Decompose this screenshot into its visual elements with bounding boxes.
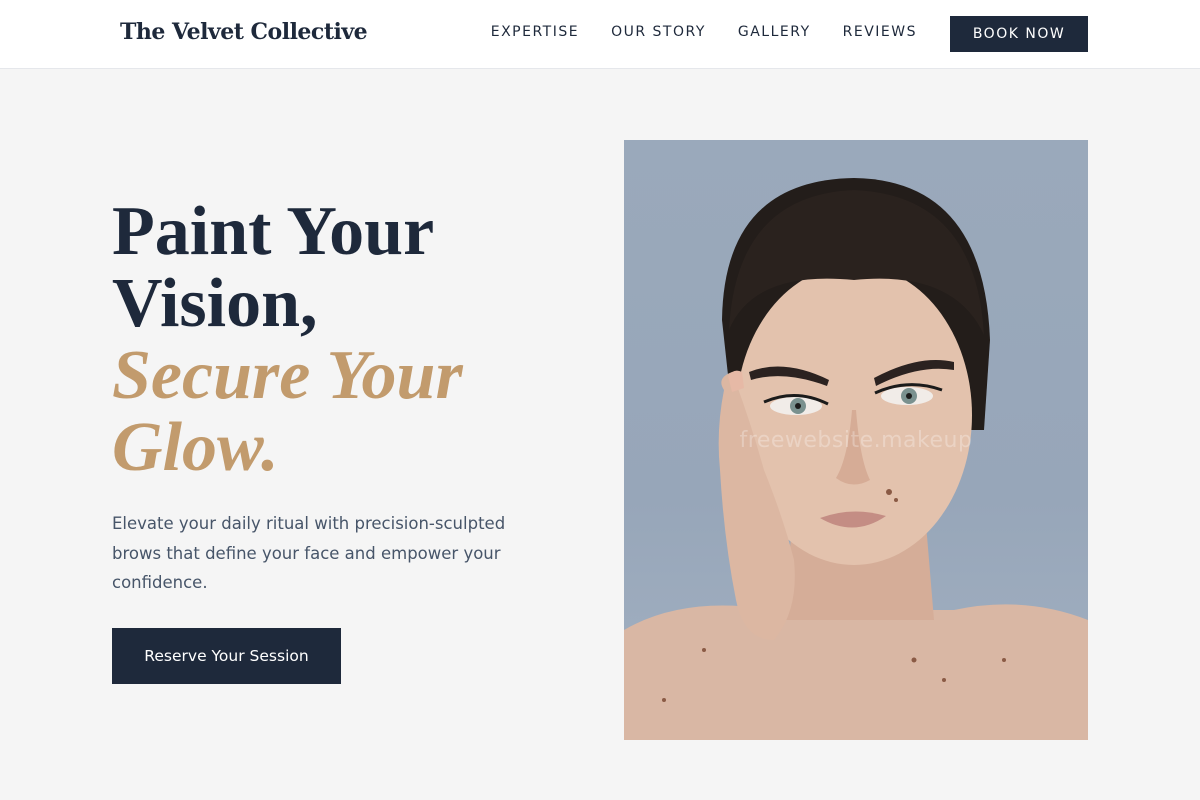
hero-portrait-image: freewebsite.makeup bbox=[624, 140, 1088, 740]
hero-title-line: Vision, bbox=[112, 265, 318, 342]
reserve-session-button[interactable]: Reserve Your Session bbox=[112, 628, 341, 684]
top-navbar: The Velvet Collective EXPERTISE OUR STOR… bbox=[0, 0, 1200, 69]
hero-title-line: Paint Your bbox=[112, 193, 435, 270]
nav-link-reviews[interactable]: REVIEWS bbox=[843, 24, 917, 40]
hero-subtitle-line: brows that define your face and empower … bbox=[112, 543, 501, 563]
hero-subtitle-line: confidence. bbox=[112, 573, 208, 592]
hero-title-accent-line: Secure Your bbox=[112, 337, 463, 414]
nav-link-expertise[interactable]: EXPERTISE bbox=[491, 24, 579, 40]
hero-title: Paint Your Vision, Secure Your Glow. bbox=[112, 196, 582, 484]
main-nav: EXPERTISE OUR STORY GALLERY REVIEWS bbox=[491, 24, 917, 40]
image-watermark: freewebsite.makeup bbox=[739, 428, 973, 453]
nav-link-gallery[interactable]: GALLERY bbox=[738, 24, 811, 40]
brand-logo[interactable]: The Velvet Collective bbox=[120, 19, 368, 45]
book-now-button[interactable]: BOOK NOW bbox=[950, 16, 1088, 52]
hero-title-accent-line: Glow. bbox=[112, 409, 279, 486]
hero-subtitle-line: Elevate your daily ritual with precision… bbox=[112, 514, 506, 533]
nav-link-our-story[interactable]: OUR STORY bbox=[611, 24, 706, 40]
hero-subtitle: Elevate your daily ritual with precision… bbox=[112, 509, 542, 598]
